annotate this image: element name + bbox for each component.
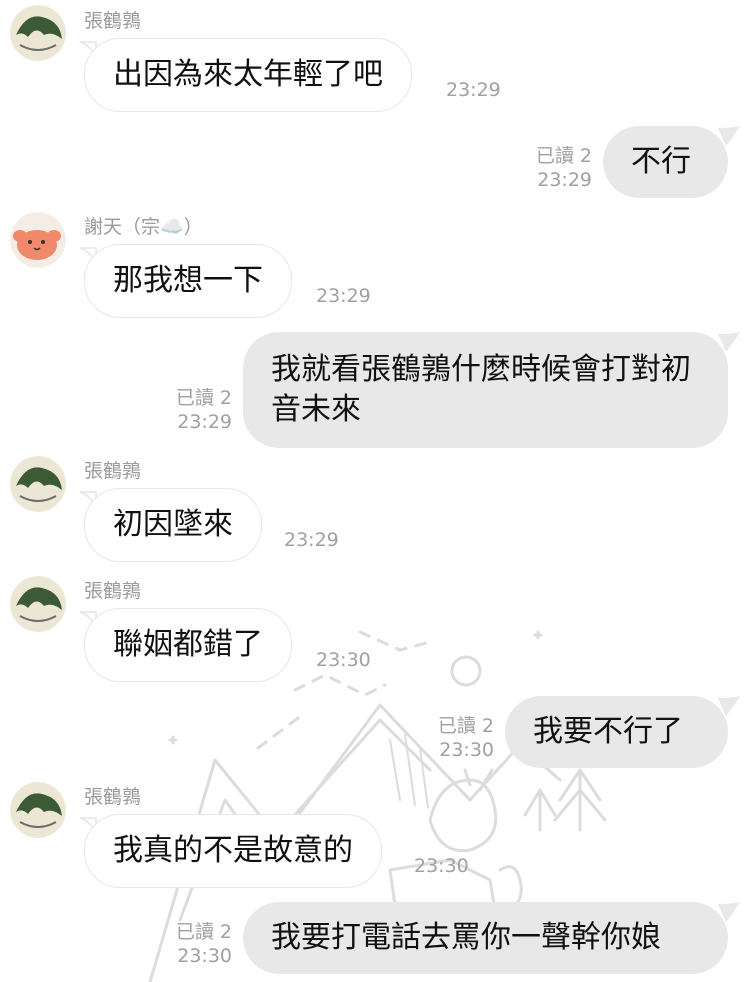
sender-name: 張鶴鶉 <box>84 10 142 32</box>
avatar[interactable] <box>10 5 66 61</box>
message-bubble[interactable]: 我真的不是故意的 <box>84 814 382 888</box>
avatar[interactable] <box>10 782 66 838</box>
message-bubble[interactable]: 那我想一下 <box>84 244 292 318</box>
message-bubble[interactable]: 不行 <box>603 126 728 198</box>
message-bubble[interactable]: 出因為來太年輕了吧 <box>84 38 412 112</box>
avatar[interactable] <box>10 456 66 512</box>
read-receipt: 已讀 2 <box>535 145 592 167</box>
message-bubble[interactable]: 我就看張鶴鶉什麼時候會打對初音未來 <box>243 332 728 448</box>
message-time: 23:30 <box>316 649 371 671</box>
read-receipt: 已讀 2 <box>437 715 494 737</box>
message-time: 23:29 <box>537 169 592 191</box>
message-time: 23:30 <box>414 855 469 877</box>
message-bubble[interactable]: 我要不行了 <box>505 696 728 768</box>
message-time: 23:30 <box>439 739 494 761</box>
message-time: 23:29 <box>177 411 232 433</box>
sender-name: 張鶴鶉 <box>84 460 142 482</box>
message-time: 23:30 <box>177 945 232 967</box>
message-bubble[interactable]: 聯姻都錯了 <box>84 608 292 682</box>
message-bubble[interactable]: 初因墜來 <box>84 488 262 562</box>
message-time: 23:29 <box>284 529 339 551</box>
read-receipt: 已讀 2 <box>175 921 232 943</box>
read-receipt: 已讀 2 <box>175 387 232 409</box>
avatar[interactable] <box>10 576 66 632</box>
message-time: 23:29 <box>316 285 371 307</box>
avatar[interactable] <box>10 212 66 268</box>
sender-name: 張鶴鶉 <box>84 786 142 808</box>
message-time: 23:29 <box>446 79 501 101</box>
sender-name: 張鶴鶉 <box>84 580 142 602</box>
sender-name: 謝天（宗☁️） <box>84 216 203 238</box>
message-bubble[interactable]: 我要打電話去罵你一聲幹你娘 <box>243 902 728 974</box>
